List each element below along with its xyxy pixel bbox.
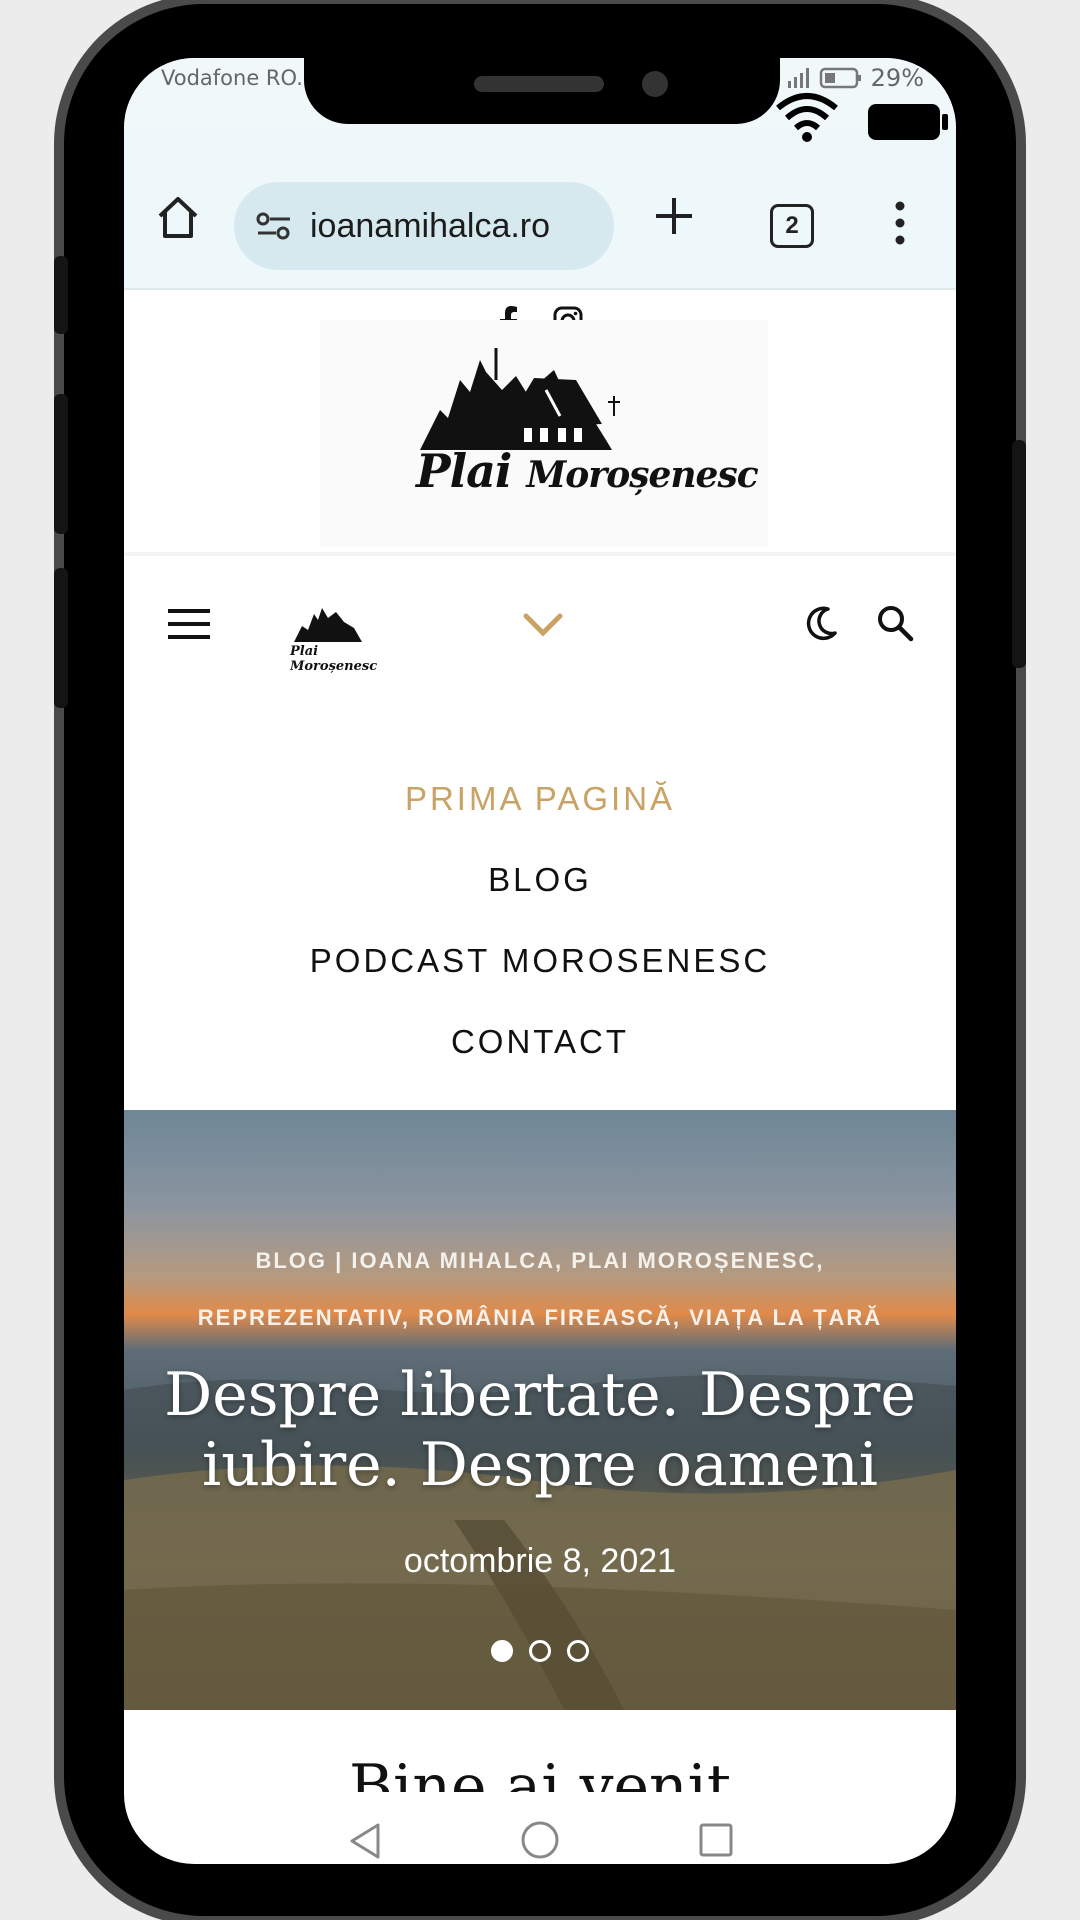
url-text[interactable]: ioanamihalca.ro bbox=[310, 207, 550, 246]
hamburger-menu-icon[interactable] bbox=[168, 608, 210, 640]
recent-apps-icon[interactable] bbox=[698, 1822, 734, 1858]
post-date: octombrie 8, 2021 bbox=[403, 1542, 677, 1580]
more-options-icon[interactable] bbox=[894, 200, 906, 246]
slider-dot-1[interactable] bbox=[491, 1640, 513, 1662]
menu-item-podcast[interactable]: PODCAST MOROSENESC bbox=[124, 920, 956, 1001]
phone-screen: Vodafone RO... 29% ioanamihalca.ro 2 Pla… bbox=[124, 58, 956, 1864]
slider-pagination bbox=[124, 1640, 956, 1662]
welcome-heading: Bine ai venit bbox=[349, 1752, 731, 1792]
mini-logo-icon bbox=[294, 608, 362, 642]
browser-toolbar: ioanamihalca.ro 2 bbox=[124, 130, 956, 290]
site-settings-icon[interactable] bbox=[254, 211, 294, 241]
home-circle-icon[interactable] bbox=[520, 1820, 560, 1860]
menu-item-blog[interactable]: BLOG bbox=[124, 839, 956, 920]
post-categories-line1[interactable]: BLOG | IOANA MIHALCA, PLAI MOROȘENESC, bbox=[124, 1232, 956, 1289]
header-divider bbox=[124, 552, 956, 556]
phone-side-button bbox=[54, 256, 68, 334]
volume-down-button bbox=[54, 568, 68, 708]
hero-slider[interactable]: BLOG | IOANA MIHALCA, PLAI MOROȘENESC, R… bbox=[124, 1110, 956, 1710]
home-icon[interactable] bbox=[154, 194, 202, 240]
battery-status-icon bbox=[819, 67, 861, 89]
status-indicators: 29% bbox=[787, 64, 924, 92]
nav-bar: Plai Moroșenesc bbox=[124, 598, 956, 678]
android-navigation-bar bbox=[124, 1820, 956, 1864]
menu-item-contact[interactable]: CONTACT bbox=[124, 1001, 956, 1082]
new-tab-icon[interactable] bbox=[652, 194, 696, 238]
logo-wordmark: Plai Moroșenesc bbox=[416, 444, 759, 498]
chevron-down-icon[interactable] bbox=[522, 612, 564, 638]
power-button bbox=[1012, 440, 1026, 668]
post-categories: BLOG | IOANA MIHALCA, PLAI MOROȘENESC, R… bbox=[124, 1232, 956, 1346]
menu-item-prima-pagina[interactable]: PRIMA PAGINĂ bbox=[124, 758, 956, 839]
search-icon[interactable] bbox=[876, 604, 914, 642]
wifi-icon bbox=[776, 93, 838, 142]
mini-logo[interactable]: Plai Moroșenesc bbox=[284, 598, 384, 674]
notch bbox=[304, 58, 780, 124]
post-categories-line2[interactable]: REPREZENTATIV, ROMÂNIA FIREASCĂ, VIAȚA L… bbox=[124, 1289, 956, 1346]
signal-icon bbox=[787, 68, 809, 88]
site-logo[interactable]: Plai Moroșenesc bbox=[320, 320, 768, 546]
slider-dot-2[interactable] bbox=[529, 1640, 551, 1662]
address-bar[interactable]: ioanamihalca.ro bbox=[234, 182, 614, 270]
carrier-name: Vodafone RO... bbox=[161, 66, 317, 90]
battery-percent: 29% bbox=[870, 64, 924, 92]
post-title[interactable]: Despre libertate. Despre iubire. Despre … bbox=[124, 1360, 956, 1500]
main-menu: PRIMA PAGINĂ BLOG PODCAST MOROSENESC CON… bbox=[124, 758, 956, 1082]
battery-icon bbox=[868, 104, 948, 140]
dark-mode-moon-icon[interactable] bbox=[804, 606, 838, 642]
front-camera bbox=[642, 71, 668, 97]
volume-up-button bbox=[54, 394, 68, 534]
slider-dot-3[interactable] bbox=[567, 1640, 589, 1662]
speaker bbox=[474, 76, 604, 92]
back-icon[interactable] bbox=[348, 1822, 382, 1860]
tab-switcher-button[interactable]: 2 bbox=[770, 204, 814, 248]
